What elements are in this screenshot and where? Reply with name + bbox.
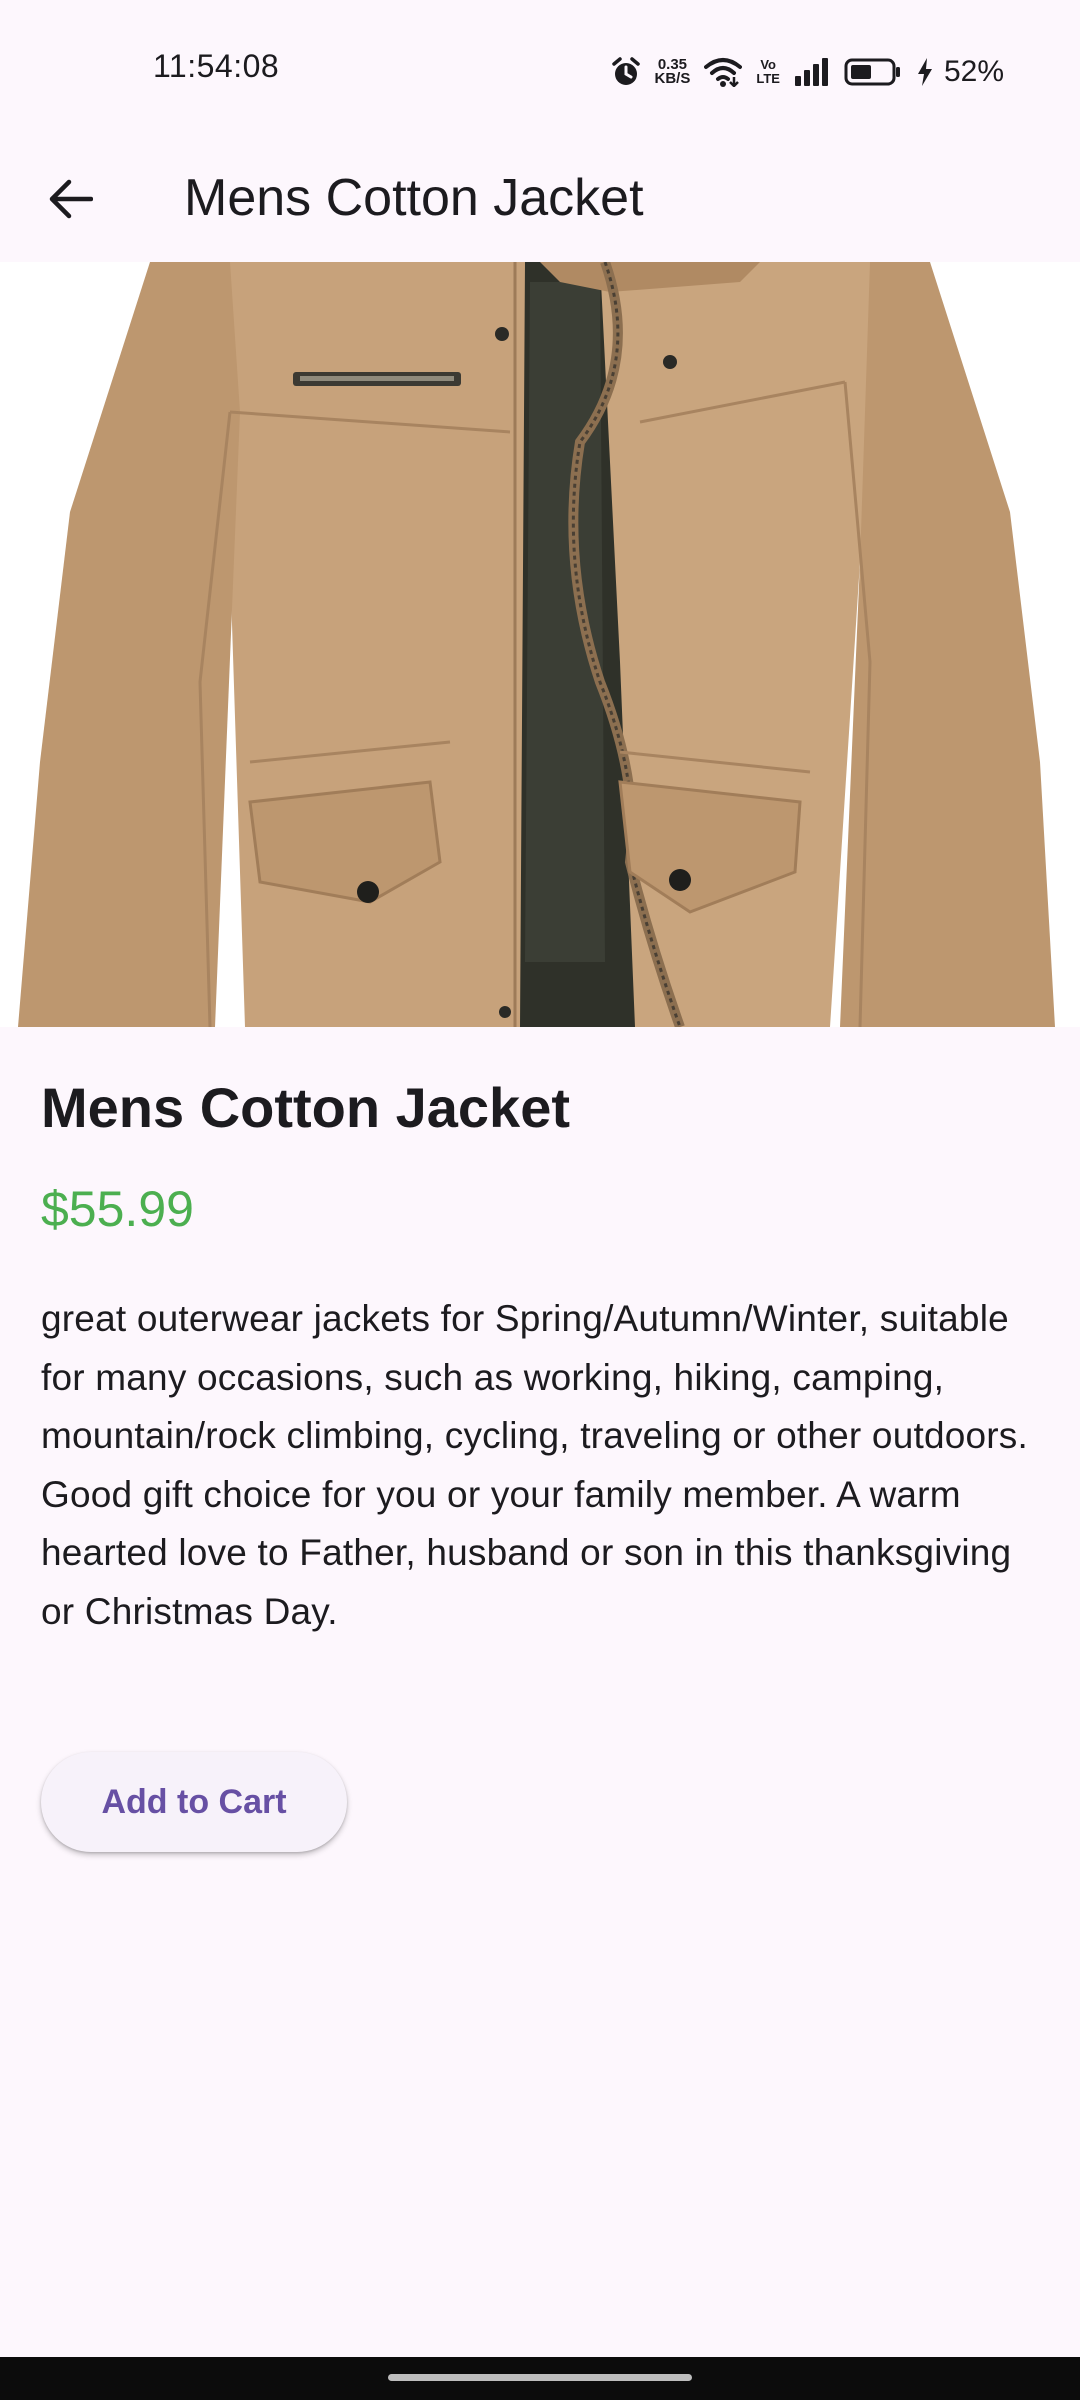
app-bar: Mens Cotton Jacket (0, 140, 1080, 262)
volte-bottom: LTE (756, 71, 780, 86)
volte-top: Vo (760, 57, 776, 72)
battery-percent: 52% (943, 55, 1004, 88)
product-description: great outerwear jackets for Spring/Autum… (41, 1298, 1028, 1632)
signal-icon (794, 58, 830, 86)
net-speed-unit: KB/S (654, 70, 691, 87)
product-image (0, 262, 1080, 1027)
product-title: Mens Cotton Jacket (41, 1076, 570, 1139)
wifi-icon (704, 57, 743, 87)
arrow-back-icon (49, 179, 94, 224)
net-speed: 0.35 KB/S (654, 57, 691, 87)
status-bar: 11:54:08 0.35 KB/S Vo LTE 52% (0, 0, 1080, 140)
volte-indicator: Vo LTE (756, 58, 780, 86)
add-to-cart-button[interactable]: Add to Cart (41, 1752, 347, 1852)
status-time: 11:54:08 (153, 48, 280, 84)
nav-bar (0, 2357, 1080, 2400)
status-icons: 0.35 KB/S Vo LTE 52% (611, 52, 1004, 92)
home-indicator[interactable] (388, 2374, 692, 2381)
product-price: $55.99 (41, 1181, 194, 1237)
back-button[interactable] (34, 164, 108, 238)
app-bar-title: Mens Cotton Jacket (184, 169, 644, 227)
alarm-icon (611, 56, 641, 88)
screen: 11:54:08 0.35 KB/S Vo LTE 52% Mens Cotto… (0, 0, 1080, 2400)
charging-icon (916, 57, 934, 87)
battery-icon (844, 58, 902, 86)
